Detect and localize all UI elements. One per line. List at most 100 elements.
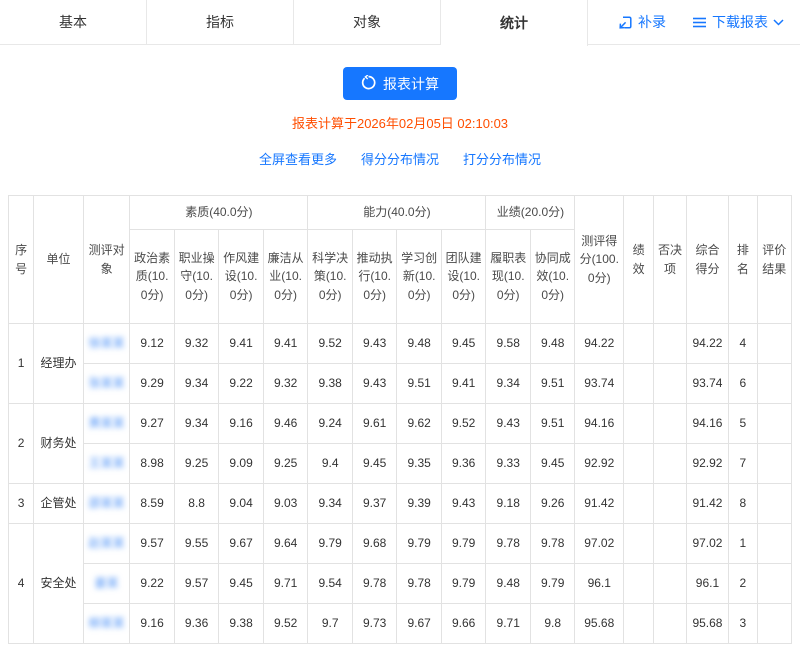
supplement-icon <box>618 15 633 30</box>
tab-bar: 基本指标对象统计 补录 下载报表 <box>0 0 800 45</box>
score-cell-3: 9.45 <box>219 564 264 604</box>
score-cell-2: 9.34 <box>174 364 219 404</box>
score-cell-4: 9.71 <box>263 564 308 604</box>
total-score-cell: 96.1 <box>575 564 624 604</box>
quick-links: 全屏查看更多 得分分布情况 打分分布情况 <box>0 149 800 168</box>
score-cell-10: 9.45 <box>530 444 575 484</box>
report-calculate-button[interactable]: 报表计算 <box>343 67 457 100</box>
score-cell-1: 9.29 <box>130 364 175 404</box>
col-group-2: 能力(40.0分) <box>308 196 486 230</box>
col-sub-2-1: 科学决策(10.0分) <box>308 230 353 324</box>
total-score-cell: 94.22 <box>575 324 624 364</box>
evaluatee-name-link[interactable]: 赵某某 <box>89 536 125 550</box>
toolbar: 补录 下载报表 <box>588 0 800 44</box>
score-cell-1: 9.27 <box>130 404 175 444</box>
total-score-cell: 92.92 <box>575 444 624 484</box>
col-seq: 序号 <box>9 196 34 324</box>
performance-cell <box>624 604 654 644</box>
col-group-1: 素质(40.0分) <box>130 196 308 230</box>
score-cell-5: 9.52 <box>308 324 353 364</box>
score-cell-4: 9.41 <box>263 324 308 364</box>
veto-cell <box>654 604 686 644</box>
composite-score-cell: 91.42 <box>686 484 728 524</box>
table-row: 3企管处邵某某8.598.89.049.039.349.379.399.439.… <box>9 484 792 524</box>
score-cell-8: 9.43 <box>441 484 486 524</box>
score-cell-2: 9.55 <box>174 524 219 564</box>
total-score-cell: 91.42 <box>575 484 624 524</box>
composite-score-cell: 96.1 <box>686 564 728 604</box>
score-cell-8: 9.79 <box>441 524 486 564</box>
score-cell-3: 9.04 <box>219 484 264 524</box>
col-tail-1: 测评得分(100.0分) <box>575 196 624 324</box>
score-cell-1: 9.12 <box>130 324 175 364</box>
evaluatee-name-link[interactable]: 王某某 <box>89 456 125 470</box>
evaluatee-name-link[interactable]: 邵某某 <box>89 496 125 510</box>
evaluatee-name-link[interactable]: 张某某 <box>89 376 125 390</box>
col-sub-1-2: 职业操守(10.0分) <box>174 230 219 324</box>
score-cell-2: 9.32 <box>174 324 219 364</box>
score-cell-1: 8.98 <box>130 444 175 484</box>
score-cell-10: 9.8 <box>530 604 575 644</box>
composite-score-cell: 94.16 <box>686 404 728 444</box>
tab-4[interactable]: 统计 <box>441 0 588 46</box>
score-cell-2: 8.8 <box>174 484 219 524</box>
evaluatee-name-link[interactable]: 徐某某 <box>89 336 125 350</box>
table-head: 序号单位测评对象素质(40.0分)能力(40.0分)业绩(20.0分)测评得分(… <box>9 196 792 324</box>
composite-score-cell: 93.74 <box>686 364 728 404</box>
score-report-table: 序号单位测评对象素质(40.0分)能力(40.0分)业绩(20.0分)测评得分(… <box>8 195 792 644</box>
veto-cell <box>654 404 686 444</box>
evaluatee-name-link[interactable]: 柳某某 <box>89 616 125 630</box>
score-cell-3: 9.38 <box>219 604 264 644</box>
supplement-button[interactable]: 补录 <box>618 12 666 32</box>
tab-2[interactable]: 指标 <box>147 0 294 44</box>
score-cell-1: 9.57 <box>130 524 175 564</box>
refresh-icon <box>361 75 376 93</box>
veto-cell <box>654 364 686 404</box>
tab-1[interactable]: 基本 <box>0 0 147 44</box>
score-cell-10: 9.26 <box>530 484 575 524</box>
quick-link-2[interactable]: 得分分布情况 <box>361 149 439 168</box>
download-report-button[interactable]: 下载报表 <box>692 12 784 32</box>
result-cell <box>757 524 792 564</box>
seq-cell: 1 <box>9 324 34 404</box>
evaluatee-cell: 张某某 <box>83 364 130 404</box>
download-report-label: 下载报表 <box>712 12 768 32</box>
unit-cell: 经理办 <box>34 324 84 404</box>
col-sub-3-1: 履职表现(10.0分) <box>486 230 531 324</box>
score-cell-5: 9.7 <box>308 604 353 644</box>
score-cell-9: 9.48 <box>486 564 531 604</box>
score-cell-6: 9.45 <box>352 444 397 484</box>
total-score-cell: 97.02 <box>575 524 624 564</box>
evaluatee-name-link[interactable]: 黄某某 <box>89 416 125 430</box>
unit-cell: 企管处 <box>34 484 84 524</box>
col-sub-2-2: 推动执行(10.0分) <box>352 230 397 324</box>
score-cell-5: 9.24 <box>308 404 353 444</box>
report-calculate-label: 报表计算 <box>383 74 439 94</box>
score-cell-10: 9.51 <box>530 404 575 444</box>
composite-score-cell: 92.92 <box>686 444 728 484</box>
quick-link-1[interactable]: 全屏查看更多 <box>259 149 337 168</box>
evaluatee-cell: 赵某某 <box>83 524 130 564</box>
total-score-cell: 95.68 <box>575 604 624 644</box>
table-row: 王某某8.989.259.099.259.49.459.359.369.339.… <box>9 444 792 484</box>
seq-cell: 2 <box>9 404 34 484</box>
col-tail-5: 排名 <box>729 196 757 324</box>
col-sub-2-4: 团队建设(10.0分) <box>441 230 486 324</box>
score-cell-9: 9.33 <box>486 444 531 484</box>
evaluatee-name-link[interactable]: 姜某 <box>95 576 119 590</box>
table-row: 1经理办徐某某9.129.329.419.419.529.439.489.459… <box>9 324 792 364</box>
performance-cell <box>624 444 654 484</box>
score-cell-6: 9.61 <box>352 404 397 444</box>
quick-link-3[interactable]: 打分分布情况 <box>463 149 541 168</box>
col-tail-3: 否决项 <box>654 196 686 324</box>
evaluatee-cell: 王某某 <box>83 444 130 484</box>
result-cell <box>757 484 792 524</box>
score-cell-1: 9.22 <box>130 564 175 604</box>
table-row: 柳某某9.169.369.389.529.79.739.679.669.719.… <box>9 604 792 644</box>
score-cell-8: 9.79 <box>441 564 486 604</box>
score-cell-9: 9.18 <box>486 484 531 524</box>
supplement-label: 补录 <box>638 12 666 32</box>
performance-cell <box>624 484 654 524</box>
tab-3[interactable]: 对象 <box>294 0 441 44</box>
composite-score-cell: 97.02 <box>686 524 728 564</box>
